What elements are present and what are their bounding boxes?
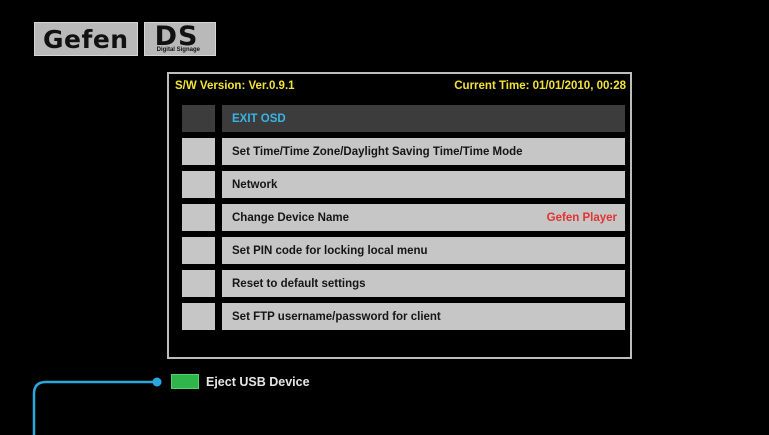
software-version: S/W Version: Ver.0.9.1	[175, 80, 295, 92]
menu-item-bar[interactable]: Set FTP username/password for client	[222, 303, 625, 330]
current-time: Current Time: 01/01/2010, 00:28	[454, 80, 626, 92]
logo-tagline: Digital Signage	[156, 47, 200, 53]
menu-item-label: Change Device Name	[232, 211, 349, 224]
menu-item-bar[interactable]: Change Device Name Gefen Player	[222, 204, 625, 231]
menu-item-bar[interactable]: Network	[222, 171, 625, 198]
menu-item-label: Set PIN code for locking local menu	[232, 244, 428, 257]
osd-screen: Gefen DS Digital Signage S/W Version: Ve…	[0, 0, 769, 435]
menu-item-label: Reset to default settings	[232, 277, 366, 290]
menu-item-label: Set FTP username/password for client	[232, 310, 441, 323]
osd-menu-panel: S/W Version: Ver.0.9.1 Current Time: 01/…	[167, 72, 632, 359]
menu-item-bar[interactable]: Set Time/Time Zone/Daylight Saving Time/…	[222, 138, 625, 165]
device-name-value: Gefen Player	[546, 211, 617, 224]
menu-item-bar[interactable]: EXIT OSD	[222, 105, 625, 132]
menu-item-indicator	[182, 303, 215, 330]
menu-item-indicator	[182, 270, 215, 297]
callout-dot	[152, 377, 162, 387]
menu-item-label: EXIT OSD	[232, 112, 286, 125]
logo-brand: Gefen	[34, 22, 138, 56]
menu-item-indicator	[182, 105, 215, 132]
menu-item-bar[interactable]: Reset to default settings	[222, 270, 625, 297]
eject-usb-control[interactable]: Eject USB Device	[171, 374, 310, 389]
gefen-ds-logo: Gefen DS Digital Signage	[34, 21, 216, 56]
menu-item-indicator	[182, 237, 215, 264]
logo-product-block: DS Digital Signage	[143, 21, 216, 56]
menu-item-label: Network	[232, 178, 278, 191]
menu-item-indicator	[182, 204, 215, 231]
menu-item-bar[interactable]: Set PIN code for locking local menu	[222, 237, 625, 264]
menu-item-indicator	[182, 138, 215, 165]
green-button-icon[interactable]	[171, 374, 199, 389]
menu-item-indicator	[182, 171, 215, 198]
menu-item-label: Set Time/Time Zone/Daylight Saving Time/…	[232, 145, 523, 158]
eject-usb-label: Eject USB Device	[206, 374, 310, 389]
callout-pointer	[32, 380, 157, 435]
menu-header: S/W Version: Ver.0.9.1 Current Time: 01/…	[175, 80, 626, 92]
